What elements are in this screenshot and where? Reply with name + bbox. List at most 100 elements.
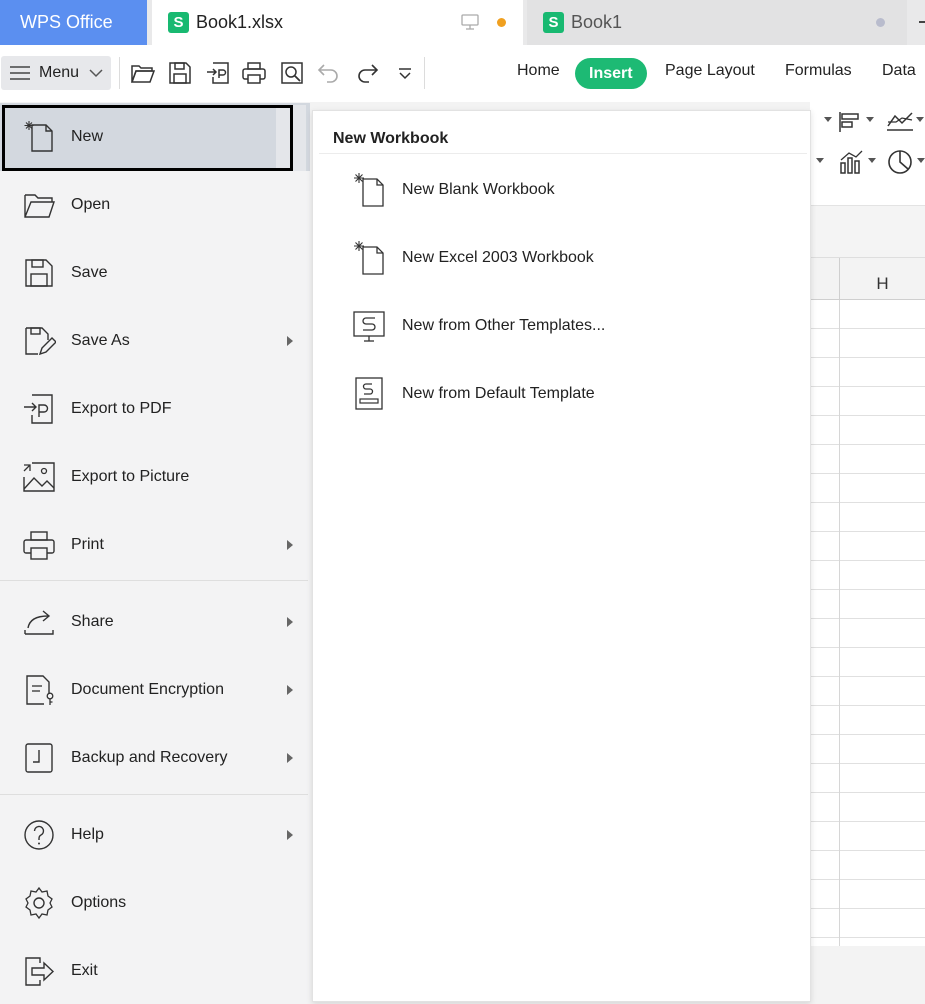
menu-item-print[interactable]: Print [0,511,310,579]
new-blank-workbook-item[interactable]: New Blank Workbook [343,165,783,215]
help-icon [24,820,54,850]
gear-icon [25,886,53,920]
menu-item-label: Options [71,894,127,911]
spreadsheet-doc-icon: S [543,12,564,33]
menu-item-label: Help [71,826,104,843]
toolbar-divider [424,57,425,89]
submenu-arrow-icon [287,336,293,346]
tab-title: Book1.xlsx [196,12,284,32]
menu-item-save[interactable]: Save [0,239,310,307]
share-icon [24,610,54,635]
column-header-h[interactable]: H [839,258,925,300]
combo-chart-icon[interactable] [838,149,864,175]
new-from-default-template-label: New from Default Template [402,385,595,402]
panel-title: New Workbook [333,130,449,147]
tab-book1-xlsx[interactable]: S Book1.xlsx [152,0,523,45]
panel-divider [319,153,807,154]
print-icon[interactable] [241,60,267,86]
submenu-arrow-icon [287,685,293,695]
export-pdf-icon[interactable] [205,60,231,86]
wps-window: { "tabs": { "app": "WPS Office", "active… [0,0,925,1004]
menu-item-label: Backup and Recovery [71,749,228,766]
print-preview-icon[interactable] [279,60,305,86]
tab-data[interactable]: Data [882,62,916,80]
new-blank-workbook-icon [354,173,384,207]
tab-home[interactable]: Home [517,62,560,80]
menu-item-label: Exit [71,962,98,979]
menu-item-label: Save As [71,332,130,349]
spreadsheet-doc-icon: S [168,12,189,33]
menu-item-share[interactable]: Share [0,588,310,656]
template-monitor-icon [353,311,385,342]
new-excel-2003-workbook-item[interactable]: New Excel 2003 Workbook [343,233,783,283]
save-icon[interactable] [167,60,193,86]
submenu-arrow-icon [287,830,293,840]
bar-chart-icon[interactable] [838,111,862,133]
cell-grid[interactable] [810,300,925,946]
customize-toolbar-icon[interactable] [392,60,418,86]
menu-divider [0,580,308,581]
menu-item-options[interactable]: Options [0,869,310,937]
title-tab-bar: WPS Office S Book1.xlsx S Book1 [0,0,925,45]
menu-item-label: New [71,128,104,145]
redo-icon[interactable] [354,60,380,86]
unsaved-dot-icon [497,18,506,27]
submenu-arrow-icon [287,753,293,763]
formula-bar[interactable] [810,206,925,258]
sheet-footer [810,946,925,1004]
new-excel-2003-label: New Excel 2003 Workbook [402,249,594,266]
default-template-icon [355,377,383,410]
menu-item-label: Open [71,196,111,213]
toolbar-divider [119,57,120,89]
menu-item-open[interactable]: Open [0,171,310,239]
menu-divider [0,794,308,795]
column-headers: H [810,258,925,300]
encryption-icon [26,675,54,705]
menu-item-backup-recovery[interactable]: Backup and Recovery [0,724,310,792]
dropdown-arrow-icon[interactable] [868,158,876,164]
menu-item-document-encryption[interactable]: Document Encryption [0,656,310,724]
tab-title: Book1 [571,12,623,32]
spreadsheet-area: H [810,102,925,1004]
menu-item-new[interactable]: New [0,103,310,171]
new-from-other-templates-item[interactable]: New from Other Templates... [343,301,783,351]
dropdown-arrow-icon[interactable] [916,117,924,123]
new-excel-2003-icon [354,241,384,275]
new-blank-workbook-label: New Blank Workbook [402,181,555,198]
new-file-icon [24,121,53,152]
save-as-icon [25,327,56,356]
open-folder-icon[interactable] [130,60,156,86]
tab-page-layout[interactable]: Page Layout [665,62,755,80]
hamburger-icon [10,66,30,80]
dropdown-arrow-icon[interactable] [816,158,824,164]
export-picture-icon [23,462,55,492]
new-from-default-template-item[interactable]: New from Default Template [343,369,783,419]
menu-item-exit[interactable]: Exit [0,937,310,1004]
menu-item-label: Document Encryption [71,681,224,698]
dropdown-arrow-icon[interactable] [824,117,832,123]
dropdown-arrow-icon[interactable] [866,117,874,123]
tab-book1[interactable]: S Book1 [527,0,907,45]
new-tab-plus-icon[interactable] [919,21,925,23]
quick-toolbar: Menu Home Insert Page Layout Formulas Da… [0,45,925,102]
dropdown-arrow-icon[interactable] [917,158,925,164]
backup-icon [25,743,53,773]
wps-office-tab[interactable]: WPS Office [0,0,147,45]
chevron-down-icon[interactable] [88,67,104,79]
tab-formulas[interactable]: Formulas [785,62,852,80]
menu-item-export-picture[interactable]: Export to Picture [0,443,310,511]
monitor-icon[interactable] [460,13,480,31]
line-chart-icon[interactable] [886,110,914,132]
undo-icon[interactable] [316,60,342,86]
menu-item-help[interactable]: Help [0,801,310,869]
submenu-arrow-icon [287,617,293,627]
grid-line [839,300,840,946]
tab-insert[interactable]: Insert [575,58,647,89]
new-workbook-panel: New Workbook New Blank Workbook New Exce… [312,110,811,1002]
selection-edge [276,105,306,171]
menu-item-label: Share [71,613,114,630]
menu-item-export-pdf[interactable]: Export to PDF [0,375,310,443]
menu-item-label: Export to PDF [71,400,172,417]
pie-chart-icon[interactable] [887,149,913,175]
menu-item-save-as[interactable]: Save As [0,307,310,375]
